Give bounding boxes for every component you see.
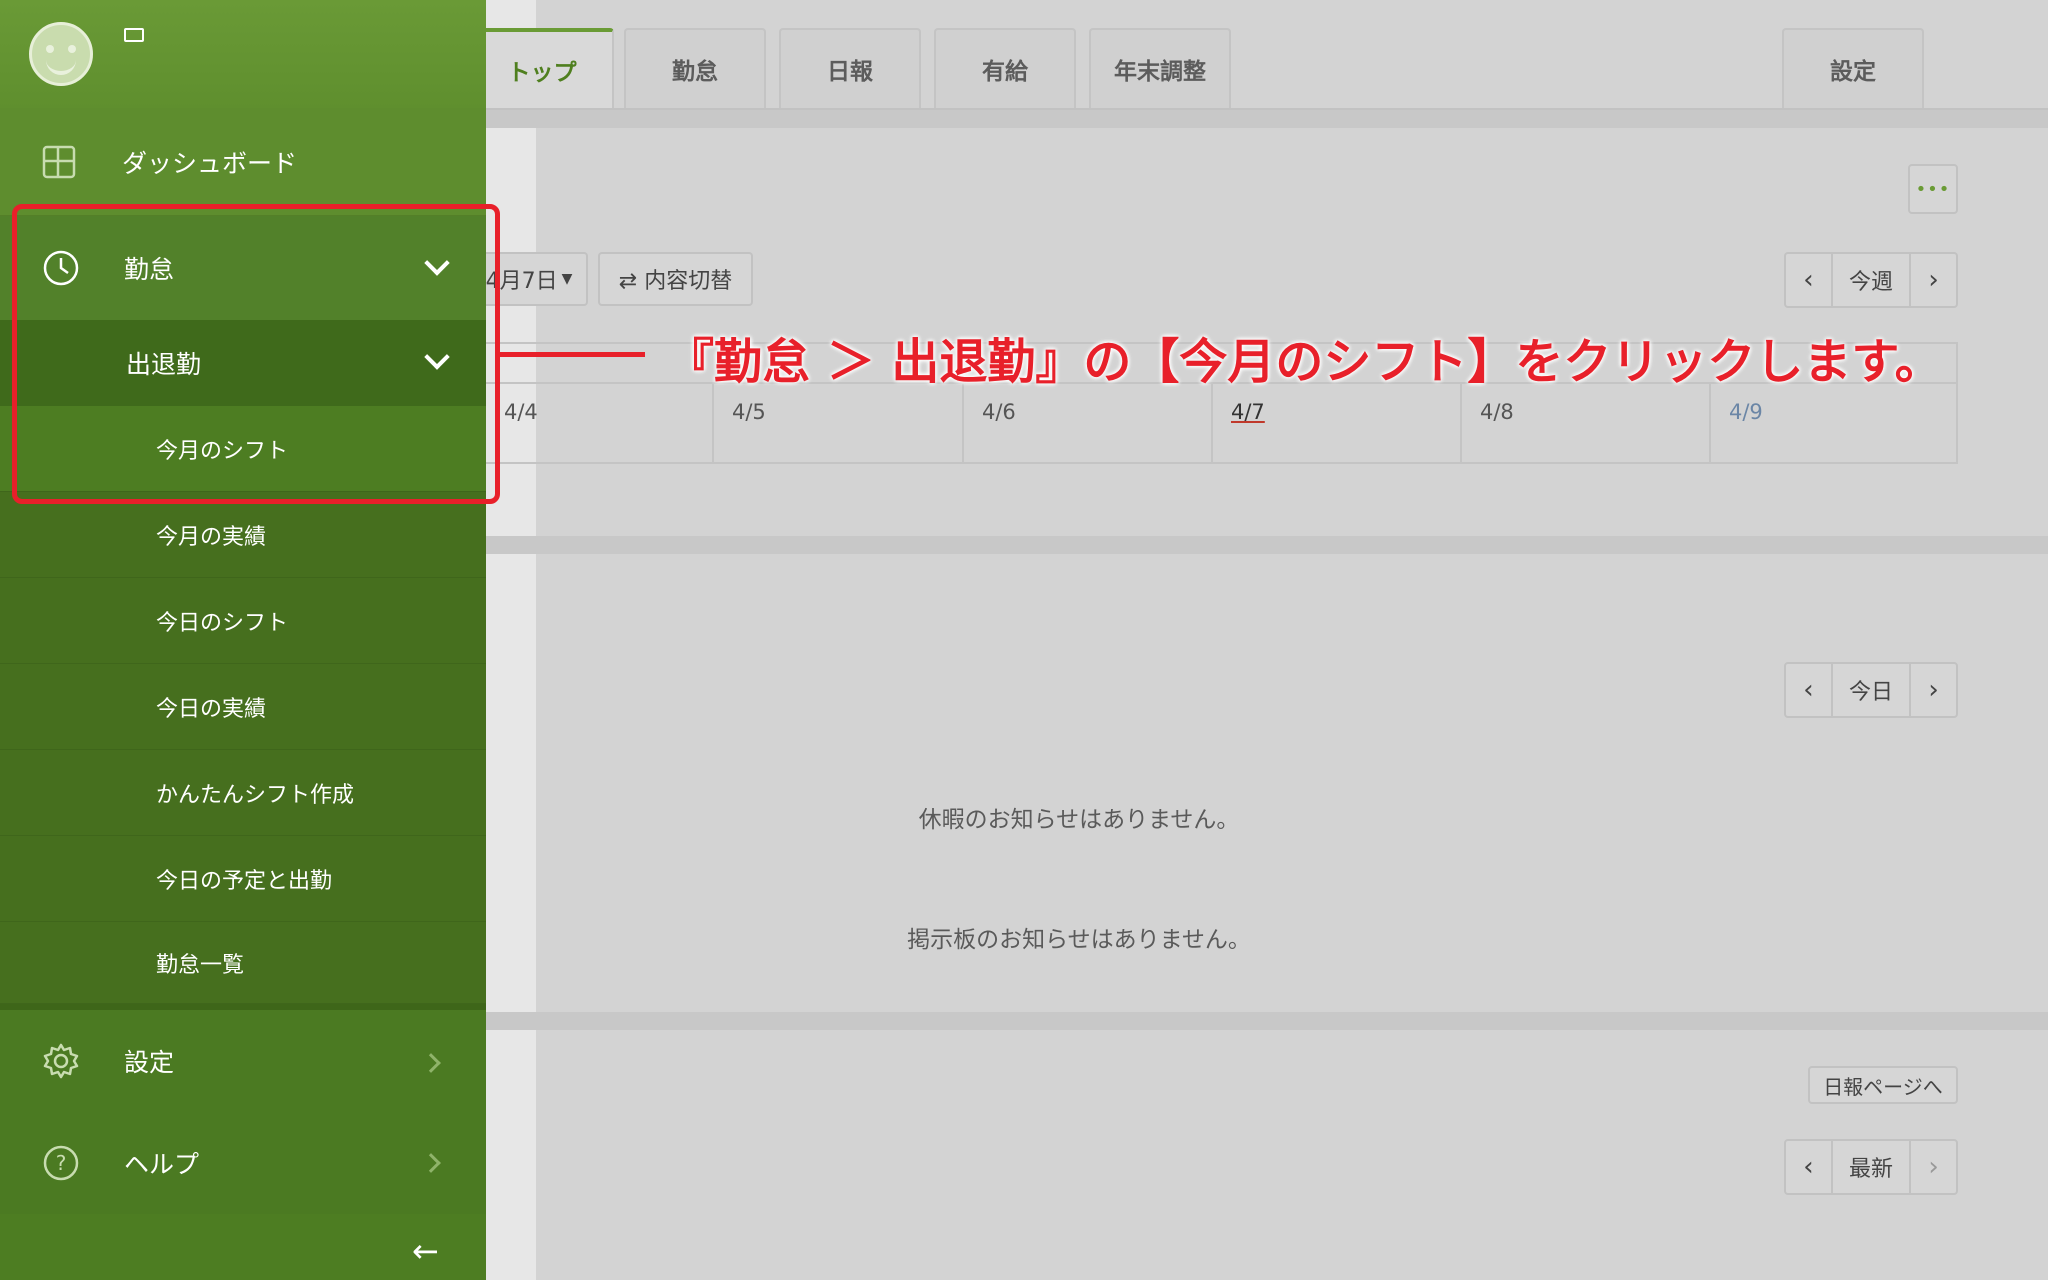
- sidebar-item-label: 今日のシフト: [156, 610, 289, 636]
- content-toggle-button[interactable]: ⇄ 内容切替: [598, 252, 753, 306]
- latest-button[interactable]: 最新: [1830, 1141, 1912, 1193]
- tab-nenmatsu[interactable]: 年末調整: [1089, 28, 1231, 108]
- day-cell-saturday[interactable]: 4/9: [1709, 382, 1958, 464]
- sidebar-item-label: ヘルプ: [124, 1150, 200, 1179]
- today-button[interactable]: 今日: [1830, 664, 1912, 716]
- this-week-button[interactable]: 今週: [1830, 254, 1912, 306]
- week-pager: ‹ 今週 ›: [1784, 252, 1958, 308]
- gear-icon: [43, 1043, 79, 1079]
- chevron-left-icon[interactable]: ‹: [1786, 254, 1831, 306]
- caret-down-icon: ▼: [561, 271, 573, 287]
- day-cell[interactable]: 4/4: [486, 382, 712, 464]
- chevron-right-icon[interactable]: ›: [1911, 1141, 1956, 1193]
- sidebar-item-label: 今月の実績: [156, 524, 267, 550]
- board-notice: 掲示板のお知らせはありません。: [907, 927, 1251, 953]
- avatar[interactable]: [29, 22, 93, 86]
- id-card-icon[interactable]: [124, 28, 144, 42]
- tab-yukyu[interactable]: 有給: [934, 28, 1076, 108]
- tab-settings[interactable]: 設定: [1782, 28, 1924, 108]
- section-divider: [480, 536, 2048, 554]
- day-cell-today[interactable]: 4/7: [1211, 382, 1460, 464]
- collapse-arrow-icon[interactable]: ←: [412, 1232, 439, 1270]
- latest-pager: ‹ 最新 ›: [1784, 1139, 1958, 1195]
- sidebar: ダッシュボード 勤怠 出退勤 今月のシフト 今月の実績 今日のシフト 今日の実績…: [0, 0, 486, 1280]
- sidebar-item-dashboard[interactable]: ダッシュボード: [0, 108, 486, 216]
- sidebar-subitem-attendance-list[interactable]: 勤怠一覧: [0, 922, 486, 1004]
- tab-top[interactable]: トップ: [470, 28, 614, 108]
- svg-text:?: ?: [56, 1151, 67, 1175]
- chevron-left-icon[interactable]: ‹: [1786, 664, 1831, 716]
- section-divider: [480, 1012, 2048, 1030]
- dashboard-icon: [42, 145, 76, 178]
- sidebar-item-label: 勤怠一覧: [156, 952, 245, 978]
- callout-leader-line: [500, 352, 645, 357]
- sidebar-item-label: 今日の実績: [156, 696, 267, 722]
- sidebar-header: [0, 0, 486, 108]
- chevron-left-icon[interactable]: ‹: [1786, 1141, 1831, 1193]
- leave-notice: 休暇のお知らせはありません。: [918, 807, 1240, 833]
- sidebar-item-label: ダッシュボード: [122, 148, 298, 178]
- sidebar-subitem-monthly-result[interactable]: 今月の実績: [0, 492, 486, 578]
- chevron-right-icon[interactable]: ›: [1911, 664, 1956, 716]
- avatar-eye: [46, 45, 54, 53]
- tab-nippo[interactable]: 日報: [779, 28, 921, 108]
- day-cell[interactable]: 4/8: [1460, 382, 1709, 464]
- sidebar-item-label: かんたんシフト作成: [156, 782, 355, 808]
- chevron-right-icon: [421, 1153, 441, 1173]
- day-pager: ‹ 今日 ›: [1784, 662, 1958, 718]
- sidebar-subitem-daily-result[interactable]: 今日の実績: [0, 664, 486, 750]
- more-menu-button[interactable]: •••: [1908, 164, 1958, 214]
- sidebar-subitem-easy-shift[interactable]: かんたんシフト作成: [0, 750, 486, 836]
- sidebar-item-help[interactable]: ? ヘルプ: [0, 1112, 486, 1214]
- tab-kintai[interactable]: 勤怠: [624, 28, 766, 108]
- report-page-button[interactable]: 日報ページへ: [1808, 1066, 1958, 1104]
- sidebar-item-label: 今日の予定と出勤: [156, 868, 333, 894]
- chevron-right-icon[interactable]: ›: [1911, 254, 1956, 306]
- avatar-eye: [68, 45, 76, 53]
- sidebar-subitem-daily-shift[interactable]: 今日のシフト: [0, 578, 486, 664]
- day-cell[interactable]: 4/5: [712, 382, 962, 464]
- help-icon: ?: [43, 1145, 79, 1181]
- avatar-smile: [46, 53, 76, 75]
- highlight-box: [12, 204, 500, 504]
- sidebar-item-settings[interactable]: 設定: [0, 1004, 486, 1112]
- sidebar-item-label: 設定: [124, 1048, 175, 1077]
- sidebar-subitem-plan-attendance[interactable]: 今日の予定と出勤: [0, 836, 486, 922]
- section-divider: [480, 110, 2048, 128]
- callout-text: 『勤怠 ＞ 出退勤』の【今月のシフト】をクリックします。: [666, 334, 1943, 390]
- day-cell[interactable]: 4/6: [962, 382, 1211, 464]
- chevron-right-icon: [421, 1053, 441, 1073]
- content-left-edge: [480, 0, 536, 1280]
